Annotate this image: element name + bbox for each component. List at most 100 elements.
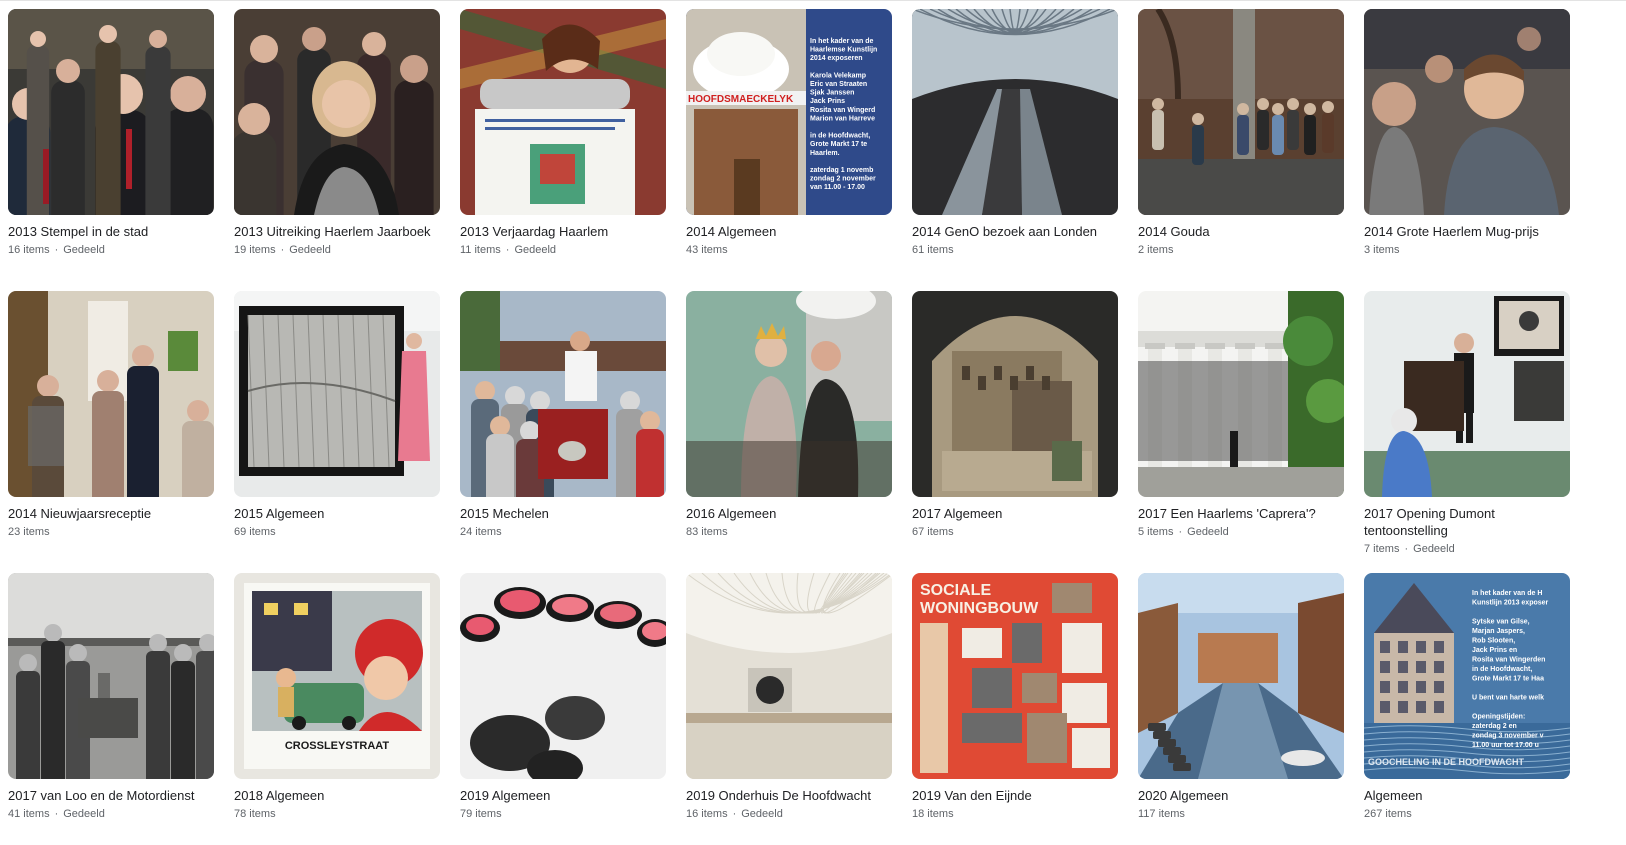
album-title[interactable]: 2019 Onderhuis De Hoofdwacht: [686, 787, 900, 804]
album-cover-image[interactable]: [1364, 291, 1570, 497]
album-cover-image[interactable]: SOCIALE WONINGBOUW: [912, 573, 1118, 779]
album-card[interactable]: 2015 Algemeen 69 items: [234, 291, 440, 539]
album-card[interactable]: 2017 Opening Dumont tentoonstelling 7 ite…: [1364, 291, 1570, 556]
album-cover-image[interactable]: [912, 9, 1118, 215]
svg-text:Grote Markt 17 te: Grote Markt 17 te: [810, 141, 867, 148]
album-cover-image[interactable]: [234, 291, 440, 497]
album-title[interactable]: 2014 Nieuwjaarsreceptie: [8, 505, 222, 522]
album-title[interactable]: 2015 Mechelen: [460, 505, 674, 522]
album-meta: 7 items · Gedeeld: [1364, 542, 1570, 556]
album-card[interactable]: 2014 Gouda 2 items: [1138, 9, 1344, 257]
album-meta: 16 items · Gedeeld: [8, 243, 214, 257]
album-title[interactable]: 2013 Stempel in de stad: [8, 223, 222, 240]
album-cover-image[interactable]: In het kader van de H Kunstlijn 2013 expo…: [1364, 573, 1570, 779]
svg-text:In het kader van de H: In het kader van de H: [1472, 590, 1542, 597]
album-cover-image[interactable]: [1138, 573, 1344, 779]
album-card[interactable]: 2015 Mechelen 24 items: [460, 291, 666, 539]
album-title[interactable]: 2016 Algemeen: [686, 505, 900, 522]
svg-text:zondag 3 november v: zondag 3 november v: [1472, 733, 1544, 740]
svg-text:Grote Markt 17 te Haa: Grote Markt 17 te Haa: [1472, 676, 1544, 683]
album-cover-image[interactable]: [1138, 291, 1344, 497]
album-title[interactable]: 2018 Algemeen: [234, 787, 448, 804]
album-meta: 43 items: [686, 243, 892, 257]
album-item-count: 83 items: [686, 526, 728, 538]
album-meta: 83 items: [686, 525, 892, 539]
album-cover-image[interactable]: [460, 573, 666, 779]
album-card[interactable]: 2014 Nieuwjaarsreceptie 23 items: [8, 291, 214, 539]
album-title[interactable]: 2017 van Loo en de Motordienst: [8, 787, 222, 804]
album-card[interactable]: SOCIALE WONINGBOUW 2019 Van den Eijnde 18 …: [912, 573, 1118, 821]
album-shared-label: Gedeeld: [514, 244, 557, 256]
album-shared-label: Gedeeld: [289, 244, 331, 256]
svg-text:Kunstlijn 2013 exposer: Kunstlijn 2013 exposer: [1472, 600, 1549, 607]
album-title[interactable]: 2013 Verjaardag Haarlem: [460, 223, 674, 240]
album-card[interactable]: CROSSLEYSTRAAT 2018 Algemeen 78 items: [234, 573, 440, 821]
album-item-count: 16 items: [8, 244, 50, 256]
album-title[interactable]: 2019 Algemeen: [460, 787, 674, 804]
album-title[interactable]: 2017 Opening Dumont tentoonstelling: [1364, 505, 1578, 539]
album-cover-image[interactable]: [686, 573, 892, 779]
album-cover-image[interactable]: [460, 291, 666, 497]
album-cover-image[interactable]: [8, 291, 214, 497]
album-cover-image[interactable]: HOOFDSMAECKELYK In het kader van de Haarl…: [686, 9, 892, 215]
album-card[interactable]: 2016 Algemeen 83 items: [686, 291, 892, 539]
album-cover-image[interactable]: [912, 291, 1118, 497]
album-meta: 19 items · Gedeeld: [234, 243, 440, 257]
album-cover-image[interactable]: [8, 573, 214, 779]
album-cover-image[interactable]: CROSSLEYSTRAAT: [234, 573, 440, 779]
album-meta: 41 items · Gedeeld: [8, 807, 214, 821]
album-cover-image[interactable]: [234, 9, 440, 215]
album-card[interactable]: 2013 Verjaardag Haarlem 11 items · Gedeeld: [460, 9, 666, 257]
album-card[interactable]: 2019 Algemeen 79 items: [460, 573, 666, 821]
album-meta: 2 items: [1138, 243, 1344, 257]
album-meta: 79 items: [460, 807, 666, 821]
album-meta: 16 items · Gedeeld: [686, 807, 892, 821]
album-item-count: 7 items: [1364, 543, 1400, 555]
svg-text:Eric van Straaten: Eric van Straaten: [810, 81, 867, 88]
album-grid: 2013 Stempel in de stad 16 items · Gedeeld …: [0, 0, 1626, 845]
album-card[interactable]: 2020 Algemeen 117 items: [1138, 573, 1344, 821]
album-card[interactable]: In het kader van de H Kunstlijn 2013 expo…: [1364, 573, 1570, 821]
album-card[interactable]: 2014 Grote Haerlem Mug-prijs 3 items: [1364, 9, 1570, 257]
album-card[interactable]: 2017 van Loo en de Motordienst 41 items · G…: [8, 573, 214, 821]
svg-text:Rob Slooten,: Rob Slooten,: [1472, 638, 1515, 645]
album-title[interactable]: 2017 Een Haarlems 'Caprera'?: [1138, 505, 1352, 522]
album-cover-image[interactable]: [1364, 9, 1570, 215]
album-title[interactable]: Algemeen: [1364, 787, 1578, 804]
album-cover-image[interactable]: [1138, 9, 1344, 215]
album-card[interactable]: 2017 Algemeen 67 items: [912, 291, 1118, 539]
album-meta: 23 items: [8, 525, 214, 539]
album-card[interactable]: 2013 Stempel in de stad 16 items · Gedeeld: [8, 9, 214, 257]
album-item-count: 5 items: [1138, 526, 1174, 538]
album-shared-label: Gedeeld: [63, 244, 105, 256]
album-title[interactable]: 2013 Uitreiking Haerlem Jaarboek: [234, 223, 448, 240]
album-item-count: 79 items: [460, 808, 502, 820]
svg-text:Karola Velekamp: Karola Velekamp: [810, 72, 866, 79]
album-card[interactable]: 2014 GenO bezoek aan Londen 61 items: [912, 9, 1118, 257]
album-item-count: 19 items: [234, 244, 276, 256]
album-item-count: 67 items: [912, 526, 954, 538]
svg-text:HOOFDSMAECKELYK: HOOFDSMAECKELYK: [688, 94, 794, 105]
album-cover-image[interactable]: [460, 9, 666, 215]
svg-text:U bent van harte welk: U bent van harte welk: [1472, 695, 1544, 702]
album-card[interactable]: 2013 Uitreiking Haerlem Jaarboek 19 items…: [234, 9, 440, 257]
album-title[interactable]: 2019 Van den Eijnde: [912, 787, 1126, 804]
album-title[interactable]: 2014 Algemeen: [686, 223, 900, 240]
album-cover-image[interactable]: [8, 9, 214, 215]
album-title[interactable]: 2014 Grote Haerlem Mug-prijs: [1364, 223, 1578, 240]
album-card[interactable]: 2019 Onderhuis De Hoofdwacht 16 items · Ged…: [686, 573, 892, 821]
album-title[interactable]: 2014 Gouda: [1138, 223, 1352, 240]
svg-text:Rosita van Wingerd: Rosita van Wingerd: [810, 107, 875, 114]
album-title[interactable]: 2014 GenO bezoek aan Londen: [912, 223, 1126, 240]
album-cover-image[interactable]: [686, 291, 892, 497]
svg-text:zondag 2 november: zondag 2 november: [810, 176, 876, 183]
album-card[interactable]: HOOFDSMAECKELYK In het kader van de Haarl…: [686, 9, 892, 257]
svg-text:zaterdag 1 novemb: zaterdag 1 novemb: [810, 167, 873, 174]
album-item-count: 61 items: [912, 244, 954, 256]
album-title[interactable]: 2015 Algemeen: [234, 505, 448, 522]
album-meta: 3 items: [1364, 243, 1570, 257]
album-title[interactable]: 2020 Algemeen: [1138, 787, 1352, 804]
album-card[interactable]: 2017 Een Haarlems 'Caprera'? 5 items · Gede…: [1138, 291, 1344, 539]
album-title[interactable]: 2017 Algemeen: [912, 505, 1126, 522]
album-meta: 24 items: [460, 525, 666, 539]
